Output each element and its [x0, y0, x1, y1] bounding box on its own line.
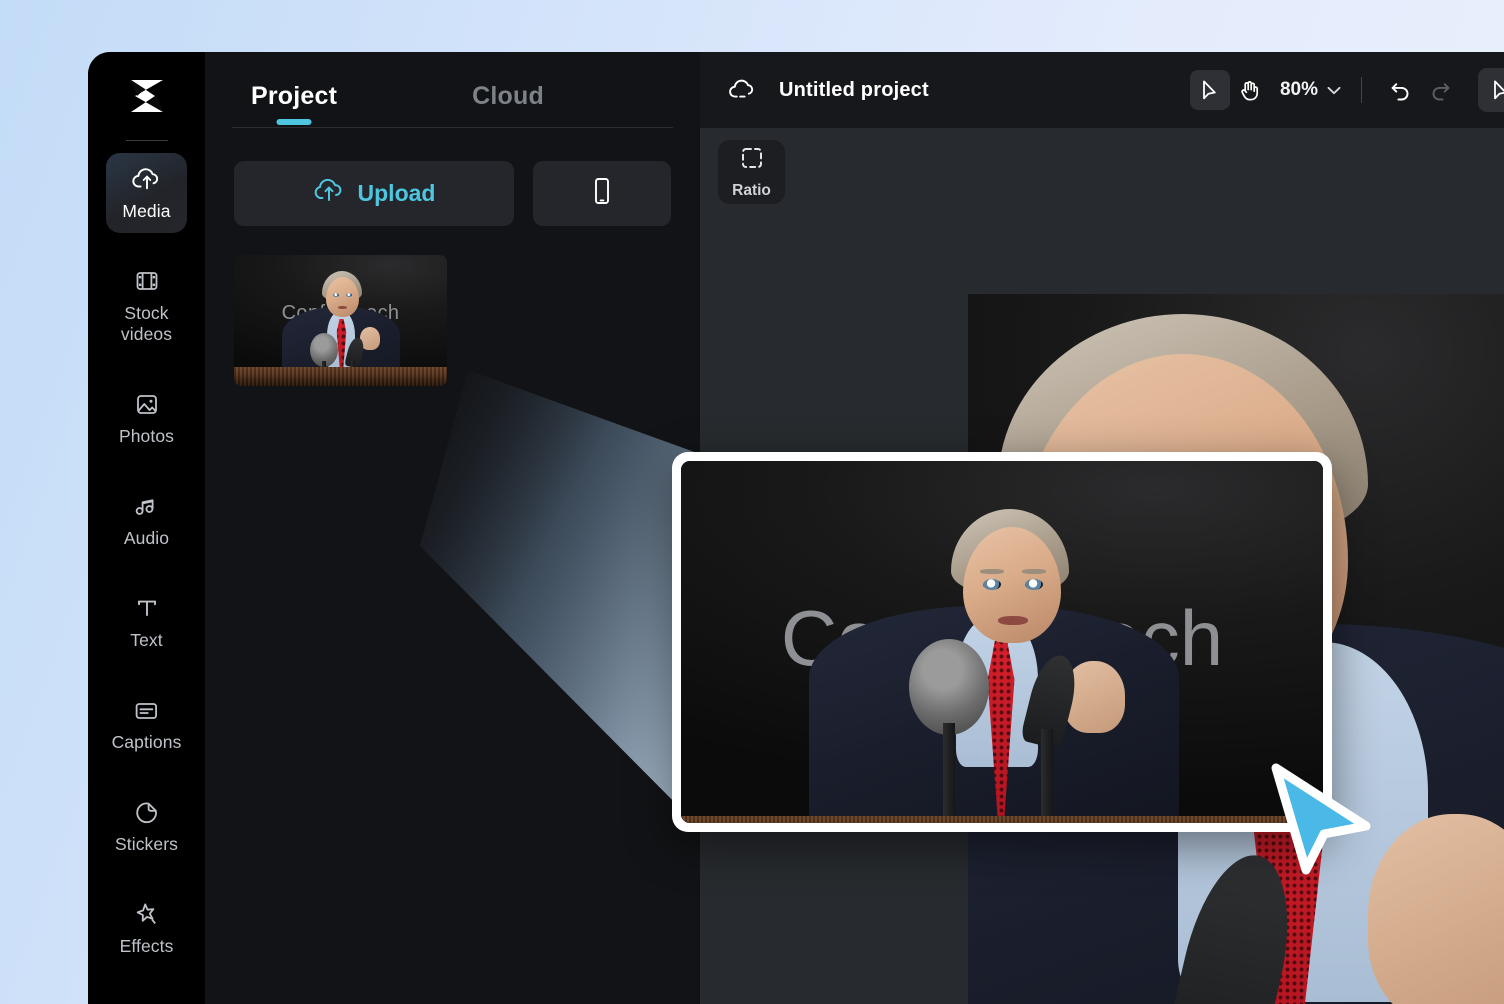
sidebar-item-stock-videos[interactable]: Stock videos: [106, 255, 187, 356]
scene-eye-left: [983, 579, 1001, 590]
scene-head: [326, 277, 359, 317]
app-logo[interactable]: [88, 52, 205, 140]
media-actions-row: Upload: [205, 128, 700, 226]
tab-project[interactable]: Project: [251, 74, 337, 127]
film-strip-icon: [134, 266, 160, 296]
ratio-button[interactable]: Ratio: [718, 140, 785, 204]
sidebar-item-photos[interactable]: Photos: [106, 378, 187, 458]
sidebar-item-media[interactable]: Media: [106, 153, 187, 233]
dashed-square-icon: [739, 145, 765, 176]
scene-podium: [681, 816, 1323, 823]
mobile-phone-icon: [590, 175, 614, 212]
scene-eye-right: [1025, 579, 1043, 590]
upload-button[interactable]: Upload: [234, 161, 514, 226]
media-grid: Confe peech: [205, 226, 700, 386]
screenshot-root: Media Stock videos Photos Audio Text Cap…: [0, 0, 1504, 1004]
select-tool-button[interactable]: [1189, 70, 1230, 110]
zoom-preview-popup: Confe peech: [672, 452, 1332, 832]
popup-scene: Confe peech: [681, 461, 1323, 823]
rail-divider: [125, 140, 168, 141]
scene-brow-left: [980, 569, 1004, 574]
media-panel-tabs: Project Cloud: [205, 52, 700, 127]
cloud-upload-icon: [131, 164, 162, 194]
zoom-level-dropdown[interactable]: 80%: [1280, 79, 1341, 101]
capcut-logo-icon: [130, 80, 163, 112]
sparkle-star-icon: [133, 899, 160, 929]
scene-podium: [234, 367, 447, 386]
sidebar-item-captions[interactable]: Captions: [106, 684, 187, 764]
sidebar-item-label: Audio: [123, 528, 170, 548]
scene-mic-stand-1: [943, 723, 955, 823]
sticker-icon: [134, 797, 160, 827]
import-from-phone-button[interactable]: [533, 161, 671, 226]
sidebar-item-label: Captions: [111, 732, 182, 752]
upload-button-label: Upload: [357, 180, 436, 206]
tab-cloud[interactable]: Cloud: [472, 74, 544, 127]
media-item-thumbnail[interactable]: Confe peech: [234, 255, 447, 386]
rail-item-list: Media Stock videos Photos Audio Text Cap…: [88, 151, 205, 968]
page-title[interactable]: Untitled project: [779, 79, 929, 102]
chevron-down-icon: [1327, 79, 1341, 101]
toolbar-divider: [1361, 77, 1362, 103]
ratio-button-label: Ratio: [732, 181, 771, 199]
cloud-icon[interactable]: [727, 75, 758, 106]
tab-label: Project: [251, 82, 338, 110]
sidebar-item-label: Stickers: [114, 834, 179, 854]
topbar-tools: 80%: [1189, 52, 1504, 128]
scene-eye-left: [333, 293, 339, 297]
sidebar-item-label: Photos: [118, 426, 175, 446]
clip-preview-scene: Confe peech: [234, 255, 447, 386]
media-panel: Project Cloud Upload: [205, 52, 700, 1004]
scene-mouth: [998, 616, 1028, 625]
sidebar-item-text[interactable]: Text: [106, 582, 187, 662]
left-icon-rail: Media Stock videos Photos Audio Text Cap…: [88, 52, 205, 1004]
cloud-upload-icon: [313, 177, 345, 210]
editor-topbar: Untitled project 80%: [700, 52, 1504, 128]
zoom-preview-image: Confe peech: [681, 461, 1323, 823]
sidebar-item-label: Media: [122, 201, 171, 221]
redo-button[interactable]: [1420, 70, 1460, 110]
sidebar-item-label: Effects: [119, 936, 174, 956]
captions-icon: [133, 695, 160, 725]
sidebar-item-label: Stock videos: [120, 303, 173, 344]
zoom-level-value: 80%: [1279, 79, 1318, 100]
text-t-icon: [134, 593, 160, 623]
tab-label: Cloud: [472, 82, 544, 110]
scene-brow-right: [1022, 569, 1046, 574]
scene-mic-stand-2: [1041, 729, 1053, 823]
music-notes-icon: [133, 491, 160, 521]
pointer-cursor: [1271, 763, 1371, 875]
scene-eye-right: [346, 293, 352, 297]
play-button[interactable]: [1478, 68, 1504, 112]
hand-tool-button[interactable]: [1230, 70, 1270, 110]
active-tab-indicator: [276, 119, 312, 125]
image-icon: [134, 389, 160, 419]
scene-mic-foam: [909, 639, 989, 735]
sidebar-item-stickers[interactable]: Stickers: [106, 786, 187, 866]
scene-mouth: [338, 306, 347, 309]
sidebar-item-effects[interactable]: Effects: [106, 888, 187, 968]
sidebar-item-audio[interactable]: Audio: [106, 480, 187, 560]
sidebar-item-label: Text: [130, 630, 163, 650]
undo-button[interactable]: [1380, 70, 1420, 110]
